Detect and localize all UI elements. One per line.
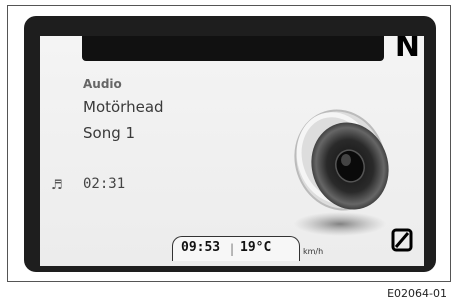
song-title: Song 1 [83,124,136,142]
figure-caption: E02064-01 [387,287,447,300]
temperature: 19°C [240,240,272,255]
speaker-icon [294,109,389,236]
clock: 09:53 [181,240,221,255]
status-divider: | [230,242,235,256]
music-note-icon: ♬ [51,178,63,193]
speed-unit: km/h [303,247,324,256]
instrument-cluster: N Audio Motörhead Song 1 ♬ 02:31 09:53 |… [24,16,436,272]
gear-indicator: N [394,36,420,64]
top-bar [82,36,384,61]
elapsed-time: 02:31 [83,176,126,192]
zero-speed-icon [391,228,413,252]
audio-label: Audio [83,77,122,91]
artist-name: Motörhead [83,98,164,116]
tft-screen: N Audio Motörhead Song 1 ♬ 02:31 09:53 |… [40,36,424,266]
